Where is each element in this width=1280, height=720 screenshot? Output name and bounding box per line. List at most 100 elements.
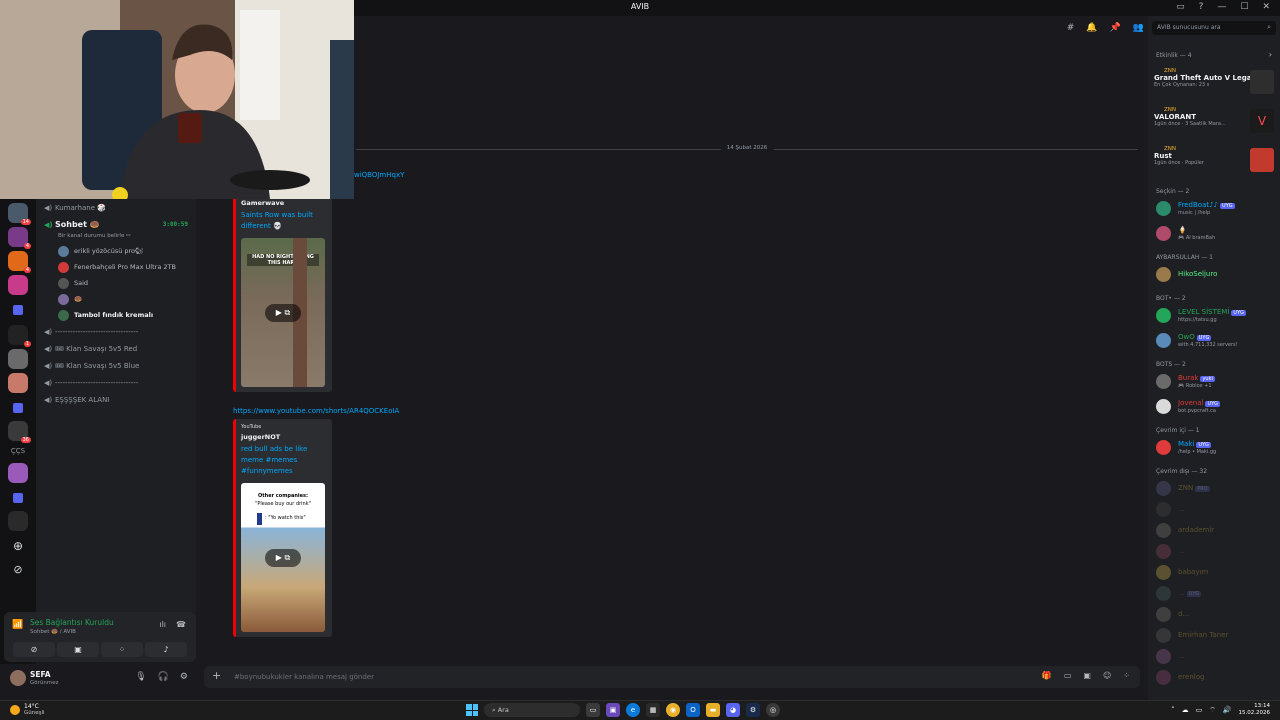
voice-channel-essek[interactable]: ◀) EŞŞŞŞEK ALANI <box>36 391 196 408</box>
server-icon[interactable] <box>8 511 28 531</box>
server-icon[interactable] <box>8 463 28 483</box>
play-icon[interactable]: ▶ ⧉ <box>265 548 301 567</box>
voice-location[interactable]: Sohbet 🍩 / AVIB <box>30 629 76 635</box>
member-item[interactable]: ... <box>1154 646 1278 666</box>
task-view-icon[interactable]: ▭ <box>586 703 600 717</box>
embed-title[interactable]: red bull ads be like meme #memes #funnym… <box>236 441 332 477</box>
video-thumbnail[interactable]: HAD NO RIGHT DOING THIS HARD ▶ ⧉ <box>241 238 325 387</box>
folder-icon[interactable] <box>13 493 23 503</box>
steam-icon[interactable]: ⚙ <box>746 703 760 717</box>
server-icon[interactable]: 36 <box>8 421 31 443</box>
microphone-icon[interactable]: 🎙 <box>135 672 146 682</box>
headphones-icon[interactable]: 🎧 <box>158 672 169 682</box>
store-icon[interactable]: ▦ <box>646 703 660 717</box>
obs-icon[interactable]: ◎ <box>766 703 780 717</box>
embed-title[interactable]: Saints Row was built different 💀 <box>236 207 332 232</box>
activities-button[interactable]: ⁘ <box>101 642 143 657</box>
activity-card[interactable]: ZNN VALORANT 1gün önce · 3 Saatlik Mara.… <box>1154 107 1274 137</box>
close-icon[interactable]: ✕ <box>1262 2 1270 12</box>
sticker-icon[interactable]: ▣ <box>1083 671 1091 680</box>
member-item[interactable]: OwO UYG with 4,711,332 servers! <box>1154 330 1278 350</box>
edge-icon[interactable]: e <box>626 703 640 717</box>
apps-icon[interactable]: ⁘ <box>1123 671 1130 680</box>
play-icon[interactable]: ▶ ⧉ <box>265 303 301 322</box>
member-item[interactable]: ... <box>1154 499 1278 519</box>
server-icon[interactable]: 4 <box>8 227 31 249</box>
disconnect-icon[interactable]: ☎ <box>176 620 186 629</box>
outlook-icon[interactable]: O <box>686 703 700 717</box>
member-item[interactable]: LEVEL SİSTEMİ UYG https://tatsu.gg <box>1154 305 1278 325</box>
search-input[interactable]: AVIB sunucusunu ara ⌕ <box>1152 21 1276 35</box>
add-attachment-icon[interactable]: + <box>212 669 221 682</box>
member-item[interactable]: 🍦 🎮 AI bramBah <box>1154 223 1278 243</box>
onedrive-icon[interactable]: ☁ <box>1182 706 1189 714</box>
members-icon[interactable]: 👥 <box>1133 23 1144 33</box>
add-server-icon[interactable]: ⊕ <box>8 537 28 557</box>
voice-user[interactable]: Said <box>36 275 196 291</box>
server-icon[interactable]: 1 <box>8 325 31 347</box>
start-icon[interactable] <box>466 704 478 716</box>
chrome-icon[interactable]: ◉ <box>666 703 680 717</box>
message-composer[interactable]: + #boynubukukler kanalına mesaj gönder 🎁… <box>204 666 1140 688</box>
gif-icon[interactable]: ▭ <box>1064 671 1072 680</box>
message-link[interactable]: https://www.youtube.com/shorts/AR4QOCKEo… <box>233 407 399 415</box>
voice-user[interactable]: erikli yözöcüsü pro🐿 <box>36 243 196 259</box>
server-icon[interactable]: 4 <box>8 251 31 273</box>
member-item[interactable]: babayım <box>1154 562 1278 582</box>
voice-status[interactable]: Ses Bağlantısı Kuruldu <box>30 618 114 627</box>
member-item[interactable]: ... <box>1154 541 1278 561</box>
screen-share-button[interactable]: ▣ <box>57 642 99 657</box>
member-item[interactable]: Emirhan Taner <box>1154 625 1278 645</box>
member-item[interactable]: Maki UYG/help • Maki.gg <box>1154 437 1278 457</box>
composer-placeholder[interactable]: #boynubukukler kanalına mesaj gönder <box>234 673 374 681</box>
clock[interactable]: 13:14 15.02.2026 <box>1239 703 1271 717</box>
embed-author[interactable]: juggerNOT <box>236 430 332 441</box>
voice-channel-divider[interactable]: ◀) --------------------------------- <box>36 374 196 391</box>
member-item[interactable]: FredBoat♪♪ UYG music | /help <box>1154 198 1278 218</box>
bell-icon[interactable]: 🔔 <box>1086 23 1097 33</box>
threads-icon[interactable]: # <box>1067 23 1075 33</box>
camera-off-button[interactable]: ⊘ <box>13 642 55 657</box>
member-item[interactable]: ZNN PRO <box>1154 478 1278 498</box>
avatar[interactable] <box>10 670 26 686</box>
soundboard-button[interactable]: ♪ <box>145 642 187 657</box>
activity-card[interactable]: ZNN Grand Theft Auto V Legacy En Çok Oyn… <box>1154 68 1274 98</box>
folder-icon[interactable] <box>13 305 23 315</box>
gift-icon[interactable]: 🎁 <box>1042 671 1052 680</box>
voice-user[interactable]: Tambol fındık kremalı <box>36 307 196 323</box>
volume-icon[interactable]: 🔊 <box>1223 706 1232 714</box>
username[interactable]: SEFA <box>30 670 51 679</box>
member-item[interactable]: HikoSeljuro <box>1154 264 1278 284</box>
server-icon[interactable] <box>8 373 28 393</box>
chevron-right-icon[interactable]: › <box>1269 50 1272 59</box>
file-explorer-icon[interactable]: ▬ <box>706 703 720 717</box>
chevron-up-icon[interactable]: ˄ <box>1171 706 1175 714</box>
discover-icon[interactable]: ⊘ <box>8 561 28 581</box>
member-item[interactable]: d... <box>1154 604 1278 624</box>
taskbar-search[interactable]: ⌕ Ara <box>484 703 580 717</box>
server-icon[interactable]: 14 <box>8 203 31 225</box>
signal-icon[interactable]: 📶 <box>12 620 24 632</box>
member-item[interactable]: ... UYG <box>1154 583 1278 603</box>
video-thumbnail[interactable]: Other companies: "Please buy our drink" … <box>241 483 325 632</box>
noise-suppression-icon[interactable]: ılı <box>159 620 166 629</box>
server-icon[interactable] <box>8 275 28 295</box>
teams-icon[interactable]: ▣ <box>606 703 620 717</box>
channel-status-hint[interactable]: Bir kanal durumu belirle ✏ <box>36 233 196 243</box>
member-item[interactable]: ardademir <box>1154 520 1278 540</box>
minimize-icon[interactable]: — <box>1217 2 1226 12</box>
server-icon[interactable] <box>8 349 28 369</box>
help-icon[interactable]: ? <box>1199 2 1204 12</box>
inbox-icon[interactable]: ▭ <box>1176 2 1185 12</box>
voice-channel-divider[interactable]: ◀) --------------------------------- <box>36 323 196 340</box>
message-link[interactable]: wiQBOJmHqxY <box>354 171 404 179</box>
monitor-icon[interactable]: ▭ <box>1196 706 1203 714</box>
discord-icon[interactable]: ◕ <box>726 703 740 717</box>
voice-user[interactable]: Fenerbahçeli Pro Max Ultra 2TB <box>36 259 196 275</box>
folder-icon[interactable] <box>13 403 23 413</box>
voice-channel-kumarhane[interactable]: ◀) Kumarhane 🎲 <box>36 199 196 216</box>
activity-card[interactable]: ZNN Rust 1gün önce · Popüler <box>1154 146 1274 176</box>
member-item[interactable]: Burak yuki 🎮 Roblox +1 <box>1154 371 1278 391</box>
emoji-icon[interactable]: ☺ <box>1103 671 1111 680</box>
voice-channel-klan-blue[interactable]: ◀) 🎟 Klan Savaşı 5v5 Blue <box>36 357 196 374</box>
